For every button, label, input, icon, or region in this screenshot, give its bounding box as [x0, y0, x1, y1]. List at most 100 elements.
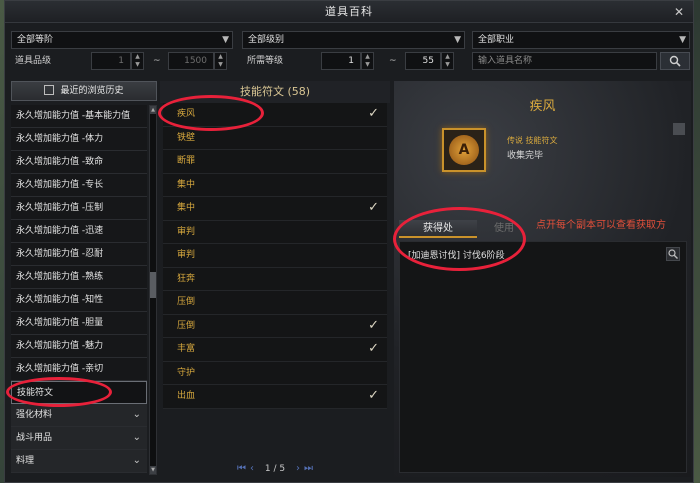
annotation-ring [6, 377, 112, 407]
rune-list-item[interactable]: 丰富 ✓ [163, 338, 387, 362]
rune-name: 压倒 [177, 297, 196, 307]
rune-list-item[interactable]: 审判 [163, 244, 387, 268]
level-label: 所需等级 [247, 56, 284, 66]
item-name-search-input[interactable]: 输入道具名称 [472, 52, 657, 70]
category-item[interactable]: 永久增加能力值 -体力 [11, 128, 147, 151]
item-grade-label: 道具品级 [15, 56, 52, 66]
item-grade-max-stepper[interactable]: ▲ ▼ [214, 52, 227, 70]
category-group-cooking[interactable]: 料理 ⌄ [11, 450, 147, 473]
window-title: 道具百科 [5, 1, 693, 23]
rune-name: 狂奔 [177, 273, 196, 284]
annotation-note: 点开每个副本可以查看获取方 [536, 220, 666, 231]
rune-name: 审判 [177, 226, 196, 237]
search-icon [668, 249, 678, 259]
pagination: ⏮ ‹ 1 / 5 › ⏭ [160, 461, 390, 477]
annotation-ring [393, 207, 526, 271]
item-encyclopedia-window: 道具百科 ✕ 全部等阶 ▼ 全部级别 ▼ 全部职业 ▼ 道具品级 1 ▲ ▼ ~ … [4, 0, 694, 483]
class-select[interactable]: 全部职业 ▼ [472, 31, 690, 49]
rune-name: 集中 [177, 179, 196, 190]
check-icon: ✓ [368, 341, 379, 356]
rune-list-panel: 技能符文 (58) 疾风 ✓ 铁壁 断罪 集中 集中 ✓ 审判 审判 狂奔 压倒 压倒 ✓ 丰富 ✓ 守护 出血… [160, 81, 390, 477]
search-icon [669, 55, 681, 67]
rune-list-item[interactable]: 断罪 [163, 150, 387, 174]
category-item[interactable]: 永久增加能力值 -知性 [11, 289, 147, 312]
category-group-label: 战斗用品 [16, 433, 53, 443]
rune-name: 压倒 [177, 320, 196, 331]
recent-history-button[interactable]: 最近的浏览历史 [11, 81, 157, 101]
level-max-stepper[interactable]: ▲ ▼ [441, 52, 454, 70]
rune-name: 断罪 [177, 156, 196, 166]
scrollbar-thumb[interactable] [150, 272, 156, 298]
rune-list-item[interactable]: 狂奔 [163, 267, 387, 291]
class-select-value: 全部职业 [478, 35, 515, 45]
rune-list-item[interactable]: 集中 ✓ [163, 197, 387, 221]
range-tilde: ~ [389, 56, 397, 66]
category-item[interactable]: 永久增加能力值 -压制 [11, 197, 147, 220]
category-item[interactable]: 永久增加能力值 -熟练 [11, 266, 147, 289]
category-item[interactable]: 永久增加能力值 -胆量 [11, 312, 147, 335]
chevron-down-icon: ▼ [222, 35, 229, 45]
close-icon[interactable]: ✕ [671, 4, 687, 20]
grade-select[interactable]: 全部级别 ▼ [242, 31, 465, 49]
item-type: 传说 技能符文 [507, 136, 558, 145]
collection-status: 收集完毕 [507, 151, 544, 161]
chevron-down-icon: ⌄ [132, 409, 141, 420]
category-panel: 最近的浏览历史 永久增加能力值 -基本能力值 永久增加能力值 -体力 永久增加能… [11, 81, 157, 477]
item-grade-max-input[interactable]: 1500 [168, 52, 214, 70]
chevron-down-icon: ⌄ [132, 432, 141, 443]
check-icon: ✓ [368, 317, 379, 333]
category-scrollbar[interactable]: ▲ ▼ [149, 105, 157, 475]
recent-history-label: 最近的浏览历史 [60, 86, 124, 96]
rune-list-item[interactable]: 守护 [163, 361, 387, 385]
tier-select-value: 全部等阶 [17, 35, 54, 45]
search-button[interactable] [660, 52, 690, 70]
rune-name: 丰富 [177, 344, 196, 354]
category-item[interactable]: 永久增加能力值 -专长 [11, 174, 147, 197]
acquisition-list: [加迪恩讨伐] 讨伐6阶段 [399, 241, 687, 473]
chevron-down-icon: ▼ [679, 35, 686, 45]
check-icon: ✓ [368, 106, 379, 121]
level-max-input[interactable]: 55 [405, 52, 441, 70]
check-icon: ✓ [368, 388, 379, 403]
rune-list-item[interactable]: 压倒 [163, 291, 387, 315]
annotation-ring [158, 95, 264, 131]
rune-name: 审判 [177, 250, 196, 260]
rune-list-item[interactable]: 压倒 ✓ [163, 314, 387, 338]
chevron-down-icon: ▼ [454, 35, 461, 45]
category-group-battle-items[interactable]: 战斗用品 ⌄ [11, 427, 147, 450]
rune-list-item[interactable]: 集中 [163, 173, 387, 197]
next-page-icon[interactable]: › [296, 461, 300, 477]
check-icon: ✓ [368, 200, 379, 215]
page-indicator: 1 / 5 [264, 464, 286, 474]
home-icon[interactable] [673, 123, 685, 135]
category-item[interactable]: 永久增加能力值 -致命 [11, 151, 147, 174]
rune-list-item[interactable]: 审判 [163, 220, 387, 244]
category-group-enhance-materials[interactable]: 强化材料 ⌄ [11, 404, 147, 427]
scroll-up-icon[interactable]: ▲ [150, 106, 156, 114]
scroll-down-icon[interactable]: ▼ [150, 466, 156, 474]
category-item[interactable]: 永久增加能力值 -忍耐 [11, 243, 147, 266]
rune-name: 出血 [177, 391, 196, 401]
category-item[interactable]: 永久增加能力值 -基本能力值 [11, 105, 147, 128]
grade-select-value: 全部级别 [248, 35, 285, 45]
tier-select[interactable]: 全部等阶 ▼ [11, 31, 233, 49]
last-page-icon[interactable]: ⏭ [304, 461, 313, 477]
rune-list: 疾风 ✓ 铁壁 断罪 集中 集中 ✓ 审判 审判 狂奔 压倒 压倒 ✓ 丰富 ✓ 守护 出血 ✓ [163, 103, 387, 409]
prev-page-icon[interactable]: ‹ [250, 461, 254, 477]
level-min-input[interactable]: 1 [321, 52, 361, 70]
category-item[interactable]: 永久增加能力值 -魅力 [11, 335, 147, 358]
category-list: 永久增加能力值 -基本能力值 永久增加能力值 -体力 永久增加能力值 -致命 永… [11, 105, 147, 473]
rune-name: 集中 [177, 203, 196, 213]
item-title: 疾风 [529, 99, 556, 114]
item-grade-min-stepper[interactable]: ▲ ▼ [131, 52, 144, 70]
level-min-stepper[interactable]: ▲ ▼ [361, 52, 374, 70]
rune-name: 守护 [177, 367, 196, 378]
rune-list-item[interactable]: 出血 ✓ [163, 385, 387, 409]
rune-icon: A [442, 128, 486, 172]
first-page-icon[interactable]: ⏮ [237, 461, 246, 477]
category-item[interactable]: 永久增加能力值 -迅速 [11, 220, 147, 243]
category-group-label: 料理 [16, 456, 35, 466]
item-grade-min-input[interactable]: 1 [91, 52, 131, 70]
rune-name: 铁壁 [177, 132, 196, 143]
magnifier-button[interactable] [666, 247, 680, 261]
